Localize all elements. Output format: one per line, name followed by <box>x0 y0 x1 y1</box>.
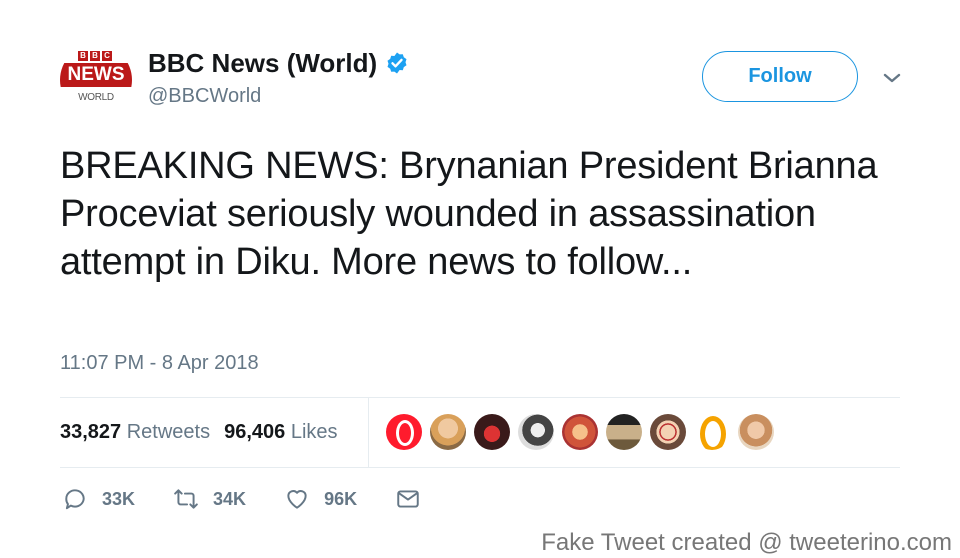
heart-icon <box>287 490 307 509</box>
stats-divider <box>368 398 369 467</box>
reply-button[interactable]: 33K <box>62 486 135 512</box>
retweets-label: Retweets <box>126 421 211 443</box>
divider <box>60 397 900 398</box>
reply-count: 33K <box>102 488 136 509</box>
verified-badge-icon <box>387 52 407 74</box>
retweets-stat[interactable]: 33,827 Retweets <box>60 420 210 444</box>
bbc-logo-blocks: B B C <box>78 51 112 61</box>
logo-block: C <box>102 51 112 61</box>
retweets-count: 33,827 <box>60 421 122 443</box>
watermark: Fake Tweet created @ tweeterino.com <box>541 529 952 556</box>
liker-avatar[interactable] <box>518 414 554 450</box>
likes-label: Likes <box>290 421 338 443</box>
logo-band: NEWS <box>60 63 132 87</box>
retweet-button[interactable]: 34K <box>173 486 246 512</box>
liker-avatar[interactable] <box>738 414 774 450</box>
like-button[interactable]: 96K <box>284 486 357 512</box>
liker-avatar[interactable] <box>562 414 598 450</box>
like-count: 96K <box>324 488 358 509</box>
account-avatar[interactable]: B B C NEWS WORLD <box>60 44 132 116</box>
direct-message-button[interactable] <box>395 486 421 512</box>
liker-avatar[interactable] <box>474 414 510 450</box>
envelope-icon <box>397 490 419 508</box>
retweet-icon <box>174 489 198 509</box>
tweet-actions: 33K 34K 96K <box>62 486 459 512</box>
liker-avatar[interactable] <box>386 414 422 450</box>
liker-avatar[interactable] <box>694 414 730 450</box>
tweet-stats: 33,827 Retweets 96,406 Likes <box>60 420 338 444</box>
tweet-timestamp[interactable]: 11:07 PM - 8 Apr 2018 <box>60 351 259 375</box>
likes-stat[interactable]: 96,406 Likes <box>224 420 337 444</box>
account-handle[interactable]: @BBCWorld <box>148 84 261 108</box>
logo-block: B <box>90 51 100 61</box>
account-name[interactable]: BBC News (World) <box>148 48 377 78</box>
divider <box>60 467 900 468</box>
tweet-text: BREAKING NEWS: Brynanian President Brian… <box>60 145 878 283</box>
retweet-count: 34K <box>213 488 247 509</box>
account-name-row[interactable]: BBC News (World) <box>148 48 409 78</box>
chevron-down-icon[interactable] <box>880 66 904 90</box>
liker-avatar[interactable] <box>650 414 686 450</box>
liker-avatar[interactable] <box>606 414 642 450</box>
follow-button[interactable]: Follow <box>702 51 858 102</box>
logo-block: B <box>78 51 88 61</box>
likes-count: 96,406 <box>224 421 286 443</box>
reply-icon <box>65 489 85 510</box>
liker-avatar[interactable] <box>430 414 466 450</box>
logo-sub: WORLD <box>78 92 114 103</box>
liker-avatars <box>386 414 774 450</box>
